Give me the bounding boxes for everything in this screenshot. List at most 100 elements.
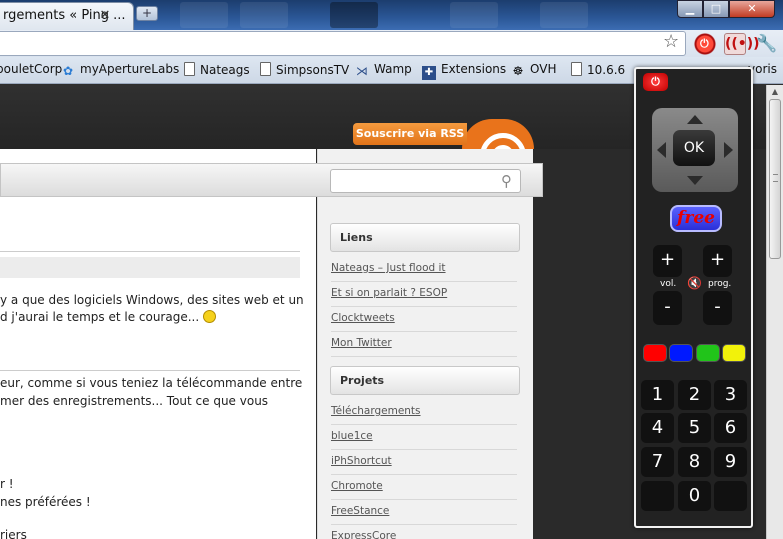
window-titlebar: rgements « Ping ... ✕ + ▁ □ ✕	[0, 0, 783, 30]
close-window-button[interactable]: ✕	[729, 0, 775, 18]
puzzle-icon: ✚	[422, 66, 436, 80]
remote-control-popup: ⏻ OK free + + vol. 🔇 prog. - - 1 2 3 4 5…	[634, 67, 753, 528]
remote-extension-icon[interactable]: ((•))	[724, 33, 760, 55]
mute-icon[interactable]: 🔇	[687, 276, 702, 290]
bookmark-extensions[interactable]: ✚ Extensions	[422, 62, 506, 80]
bookmark-ovh[interactable]: ☸ OVH	[511, 62, 557, 78]
sidebar-heading-liens: Liens	[330, 223, 520, 252]
browser-toolbar: ☆ ⏻ ((•)) 🔧	[0, 30, 783, 57]
arrow-up-button[interactable]	[687, 115, 703, 124]
blank-button-left[interactable]	[641, 481, 674, 511]
stop-extension-icon[interactable]: ⏻	[694, 33, 716, 55]
bookmark-label: Extensions	[441, 62, 507, 76]
digit-0-button[interactable]: 0	[678, 481, 711, 511]
bookmark-label: Wamp	[374, 62, 412, 76]
power-button[interactable]: ⏻	[643, 73, 668, 91]
blank-button-right[interactable]	[714, 481, 747, 511]
sidebar-link[interactable]: iPhShortcut	[331, 450, 517, 475]
desktop-background-tile	[540, 2, 588, 28]
post-text: eur, comme si vous teniez la télécommand…	[0, 376, 303, 390]
post-text: d j'aurai le temps et le courage...	[0, 310, 217, 324]
program-up-button[interactable]: +	[703, 245, 732, 277]
post-text: mer des enregistrements... Tout ce que v…	[0, 394, 269, 408]
post-text: riers	[0, 528, 27, 539]
red-button[interactable]	[643, 344, 667, 362]
sidebar-link[interactable]: Et si on parlait ? ESOP	[331, 282, 517, 307]
digit-9-button[interactable]: 9	[714, 447, 747, 477]
new-tab-button[interactable]: +	[136, 6, 158, 21]
yellow-button[interactable]	[722, 344, 746, 362]
sidebar-link[interactable]: blue1ce	[331, 425, 517, 450]
sidebar-link[interactable]: Chromote	[331, 475, 517, 500]
volume-label: vol.	[660, 279, 677, 289]
sidebar-link[interactable]: Mon Twitter	[331, 332, 517, 357]
digit-1-button[interactable]: 1	[641, 380, 674, 410]
ok-button[interactable]: OK	[673, 130, 715, 166]
sidebar-heading-projets: Projets	[330, 366, 520, 395]
post-text-line: d j'aurai le temps et le courage...	[0, 310, 200, 324]
address-bar[interactable]	[0, 31, 686, 56]
sidebar-link[interactable]: Nateags – Just flood it	[331, 257, 517, 282]
search-bar: ⚲	[0, 163, 543, 197]
bookmark-label: myApertureLabs	[80, 62, 180, 76]
digit-3-button[interactable]: 3	[714, 380, 747, 410]
bookmark-simpsonstv[interactable]: SimpsonsTV	[260, 62, 349, 77]
window-controls: ▁ □ ✕	[677, 0, 783, 19]
ovh-icon: ☸	[512, 64, 524, 78]
wrench-icon[interactable]: 🔧	[756, 33, 778, 55]
bookmark-label: OVH	[530, 62, 557, 76]
digit-7-button[interactable]: 7	[641, 447, 674, 477]
search-input[interactable]: ⚲	[330, 169, 521, 193]
digit-4-button[interactable]: 4	[641, 413, 674, 443]
bookmark-nateags[interactable]: Nateags	[184, 62, 250, 77]
sidebar-link[interactable]: FreeStance	[331, 500, 517, 525]
subscribe-rss-button[interactable]: Souscrire via RSS	[353, 123, 467, 145]
vertical-scrollbar[interactable]: ▲	[766, 85, 783, 539]
maximize-button[interactable]: □	[703, 0, 729, 18]
arrow-down-button[interactable]	[687, 176, 703, 185]
scroll-up-arrow-icon[interactable]: ▲	[769, 85, 781, 99]
aperture-icon: ✿	[62, 64, 74, 78]
green-button[interactable]	[696, 344, 720, 362]
direction-pad: OK	[652, 108, 738, 192]
browser-tab[interactable]: rgements « Ping ... ✕	[0, 2, 134, 30]
wamp-icon: ⋊	[356, 64, 368, 78]
digit-8-button[interactable]: 8	[678, 447, 711, 477]
search-icon[interactable]: ⚲	[501, 172, 512, 190]
bookmark-bouletcorp[interactable]: bouletCorp	[0, 62, 62, 76]
bookmark-star-icon[interactable]: ☆	[663, 33, 679, 51]
bookmark-label: Nateags	[200, 63, 250, 77]
digit-6-button[interactable]: 6	[714, 413, 747, 443]
volume-up-button[interactable]: +	[653, 245, 682, 277]
bookmark-wamp[interactable]: ⋊ Wamp	[355, 62, 412, 78]
page-icon	[184, 62, 195, 76]
desktop-background-tile	[450, 2, 498, 28]
sidebar-link[interactable]: Clocktweets	[331, 307, 517, 332]
arrow-left-button[interactable]	[657, 142, 666, 158]
post-text: r !	[0, 477, 14, 491]
digit-2-button[interactable]: 2	[678, 380, 711, 410]
bookmark-myaperturelabs[interactable]: ✿ myApertureLabs	[61, 62, 179, 78]
program-label: prog.	[708, 279, 732, 289]
free-button[interactable]: free	[670, 205, 722, 232]
digit-5-button[interactable]: 5	[678, 413, 711, 443]
desktop-background-tile	[180, 2, 228, 28]
scrollbar-thumb[interactable]	[769, 99, 781, 259]
blue-button[interactable]	[669, 344, 693, 362]
sidebar-link[interactable]: Téléchargements	[331, 400, 517, 425]
divider	[0, 251, 300, 252]
divider	[0, 370, 300, 371]
arrow-right-button[interactable]	[724, 142, 733, 158]
post-title-band	[0, 257, 300, 278]
volume-down-button[interactable]: -	[653, 291, 682, 325]
bookmark-label: bouletCorp	[0, 62, 63, 76]
page-icon	[260, 62, 271, 76]
bookmark-label: SimpsonsTV	[276, 63, 350, 77]
tab-close-icon[interactable]: ✕	[98, 9, 112, 23]
minimize-button[interactable]: ▁	[677, 0, 703, 18]
sidebar-link[interactable]: ExpressCore	[331, 525, 517, 539]
program-down-button[interactable]: -	[703, 291, 732, 325]
desktop-background-tile	[330, 2, 378, 28]
smiley-icon	[203, 310, 217, 323]
bookmark-10-6-6[interactable]: 10.6.6	[571, 62, 625, 77]
